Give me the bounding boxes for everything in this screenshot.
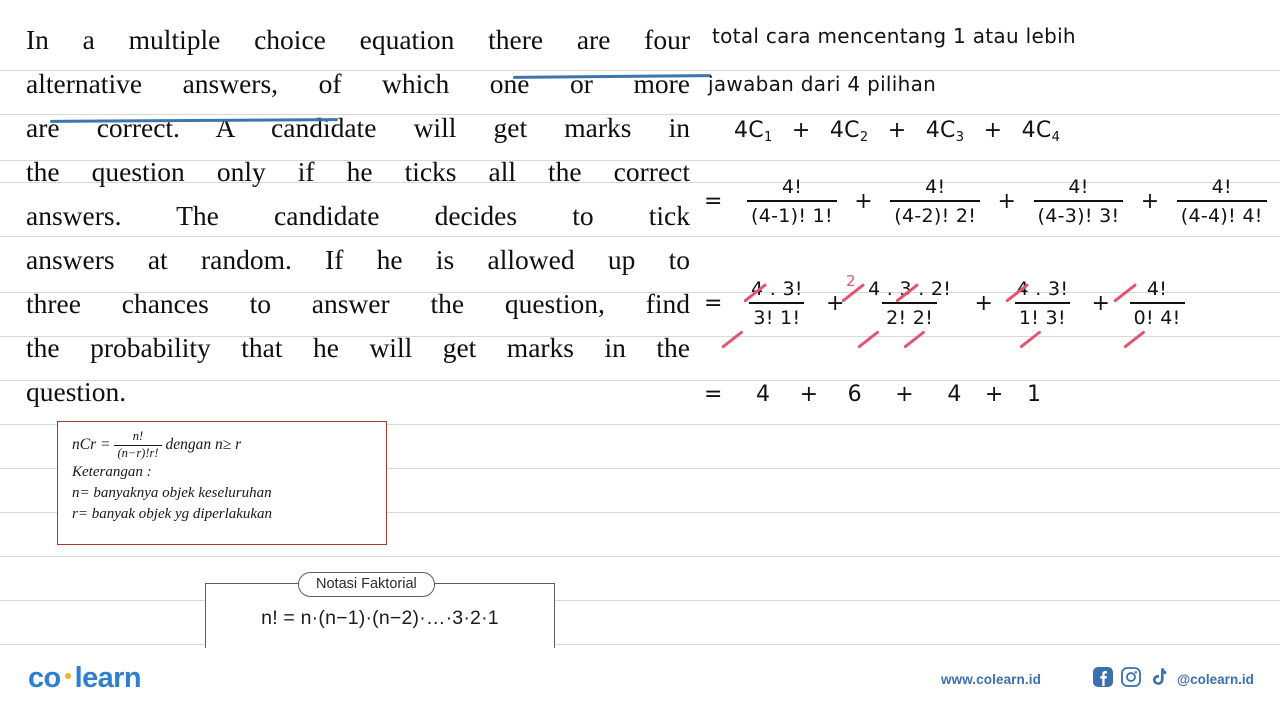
fraction-denominator: 0! 4! (1129, 302, 1185, 329)
faktorial-formula: n! = n·(n−1)·(n−2)·…·3·2·1 (261, 607, 499, 629)
plus-sign: + (895, 382, 915, 407)
red-cancel-stroke (1019, 330, 1042, 349)
ncr-condition: dengan n≥ r (165, 436, 242, 453)
plus-sign: + (887, 118, 907, 143)
fraction-denominator: 3! 1! (749, 302, 805, 329)
result-value-2: 6 (847, 382, 862, 407)
handwritten-solution: total cara mencentang 1 atau lebih jawab… (700, 0, 1280, 440)
footer-website-url[interactable]: www.colearn.id (941, 672, 1041, 687)
fraction-numerator: 4! (1146, 278, 1168, 300)
fraction-denominator: (4-4)! 4! (1176, 200, 1267, 227)
plus-sign: + (799, 382, 819, 407)
fraction-denominator: 2! 2! (882, 302, 938, 329)
plus-sign: + (997, 188, 1017, 214)
result-value-4: 1 (1026, 382, 1042, 407)
logo-text-learn: learn (74, 662, 142, 694)
expanded-fraction-1: 4 . 3! 3! 1! (747, 278, 807, 329)
question-line: three chances to answer the question, fi… (26, 288, 690, 319)
handwritten-result-line: = 4 + 6 + 4 + 1 (704, 382, 1041, 407)
question-line: the question only if he ticks all the co… (26, 156, 690, 187)
tiktok-icon[interactable] (1149, 667, 1167, 692)
term-4c2-base: 4C (829, 118, 860, 143)
fraction-denominator: (4-2)! 2! (890, 200, 981, 227)
ruled-line (0, 600, 1280, 601)
logo-dot-icon (64, 673, 71, 680)
plus-sign: + (983, 118, 1003, 143)
question-line: the probability that he will get marks i… (26, 332, 690, 363)
ncr-r-meaning: r= banyak objek yg diperlakukan (72, 506, 273, 522)
social-handle[interactable]: @colearn.id (1177, 672, 1254, 687)
fraction-denominator: (4-1)! 1! (747, 200, 837, 227)
handwritten-factorial-line: = 4! (4-1)! 1! + 4! (4-2)! 2! + 4! (4-3)… (704, 176, 1270, 227)
question-line: alternative answers, of which one or mor… (26, 68, 690, 99)
question-line: In a multiple choice equation there are … (26, 24, 690, 55)
equals-sign: = (704, 188, 723, 214)
fraction-numerator: 4! (925, 176, 946, 198)
result-value-3: 4 (947, 382, 962, 407)
term-4c3-sub: 3 (955, 130, 965, 145)
handwritten-note-line-2: jawaban dari 4 pilihan (708, 72, 937, 96)
instagram-icon[interactable] (1121, 667, 1141, 692)
ncr-fraction: n! (n−r)!r! (114, 429, 162, 460)
expanded-fraction-4: 4! 0! 4! (1129, 278, 1185, 329)
plus-sign: + (974, 290, 994, 316)
ncr-numerator: n! (132, 429, 144, 444)
colearn-logo: co learn (28, 662, 142, 695)
logo-text-co: co (28, 662, 61, 694)
fraction-numerator: 4! (781, 176, 803, 198)
fraction-denominator: 1! 3! (1014, 302, 1070, 329)
equals-sign: = (704, 290, 723, 316)
term-4c2-sub: 2 (859, 130, 869, 145)
plus-sign: + (791, 118, 811, 143)
factorial-fraction-1: 4! (4-1)! 1! (747, 176, 837, 227)
red-cancel-stroke (903, 330, 926, 349)
ncr-formula-box: nCr = n! (n−r)!r! dengan n≥ r Keterangan… (57, 421, 387, 545)
ncr-lhs: nCr = (72, 436, 111, 453)
ncr-keterangan-label: Keterangan : (72, 464, 152, 480)
red-superscript-two: 2 (846, 272, 856, 290)
expanded-fraction-3: 4 . 3! 1! 3! (1013, 278, 1073, 329)
factorial-fraction-2: 4! (4-2)! 2! (890, 176, 981, 227)
term-4c4-sub: 4 (1051, 130, 1061, 145)
handwritten-combination-line: 4C1 + 4C2 + 4C3 + 4C4 (734, 118, 1060, 145)
expanded-fraction-2: 4 . 3 . 2! 2! 2! (864, 278, 955, 329)
plus-sign: + (1091, 290, 1111, 316)
ncr-n-meaning: n= banyaknya objek keseluruhan (72, 485, 272, 501)
fraction-denominator: (4-3)! 3! (1033, 200, 1124, 227)
red-cancel-stroke (857, 330, 880, 349)
red-cancel-stroke (721, 330, 744, 349)
ncr-denominator: (n−r)!r! (114, 444, 162, 460)
question-line: answers at random. If he is allowed up t… (26, 244, 690, 275)
equals-sign: = (704, 382, 723, 407)
ruled-line (0, 556, 1280, 557)
plus-sign: + (826, 290, 845, 316)
plus-sign: + (1140, 188, 1160, 214)
plus-sign: + (984, 382, 1004, 407)
ncr-formula-row: nCr = n! (n−r)!r! dengan n≥ r (72, 428, 376, 462)
term-4c4-base: 4C (1021, 118, 1052, 143)
ruled-line (0, 644, 1280, 645)
handwritten-note-line-1: total cara mencentang 1 atau lebih (712, 24, 1076, 48)
question-text-block: In a multiple choice equation there are … (26, 18, 712, 414)
red-cancel-stroke (1123, 330, 1146, 349)
question-line: answers. The candidate decides to tick (26, 200, 690, 231)
footer-bar: co learn www.colearn.id @colearn.id (0, 648, 1280, 720)
faktorial-group: Notasi Faktorial n! = n·(n−1)·(n−2)·…·3·… (205, 572, 555, 654)
term-4c3-base: 4C (925, 118, 956, 143)
fraction-numerator: 4! (1068, 176, 1089, 198)
handwritten-expanded-line: = 4 . 3! 3! 1! + 4 . 3 . 2! 2! 2! + 4 . … (704, 278, 1188, 329)
result-value-1: 4 (756, 382, 771, 407)
facebook-icon[interactable] (1093, 667, 1113, 692)
fraction-numerator: 4! (1211, 176, 1232, 198)
plus-sign: + (854, 188, 873, 214)
factorial-fraction-4: 4! (4-4)! 4! (1176, 176, 1267, 227)
term-4c1-sub: 1 (763, 130, 773, 145)
question-line: question. (26, 376, 127, 407)
term-4c1-base: 4C (734, 118, 764, 143)
question-line: are correct. A candidate will get marks … (26, 112, 690, 143)
social-links: @colearn.id (1093, 667, 1254, 692)
factorial-fraction-3: 4! (4-3)! 3! (1033, 176, 1124, 227)
